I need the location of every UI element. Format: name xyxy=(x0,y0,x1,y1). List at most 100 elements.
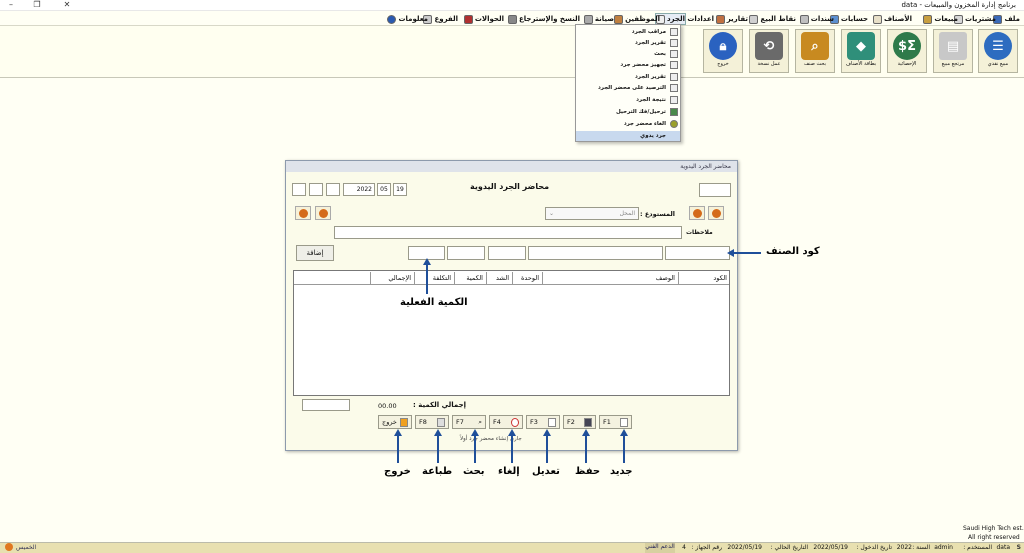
menu-accounts[interactable]: حسابات xyxy=(829,13,868,25)
pack-field[interactable] xyxy=(447,246,485,260)
item-code-field[interactable] xyxy=(665,246,730,260)
minimize-icon[interactable]: – xyxy=(2,0,20,9)
dropdown-item-cancel-report[interactable]: الغاء محضر جرد xyxy=(576,119,680,129)
status-day: الخميس xyxy=(16,544,37,551)
dropdown-item-post-unpost[interactable]: ترحيل/فك الترحيل xyxy=(576,107,680,117)
balance-icon xyxy=(670,84,678,92)
arrow-code-head xyxy=(727,249,734,257)
exit-button[interactable]: خروج xyxy=(378,415,412,429)
day-icon xyxy=(5,543,13,551)
annotation-edit: تعديل xyxy=(532,466,560,477)
warehouse-select[interactable]: المحل ⌄ xyxy=(545,207,639,220)
date-day-field[interactable]: 19 xyxy=(393,183,407,196)
restore-icon[interactable]: ❐ xyxy=(28,0,46,9)
vouchers-icon xyxy=(799,14,809,24)
unit-field[interactable] xyxy=(488,246,526,260)
exit-key-label: خروج xyxy=(382,418,397,426)
sales-return-button[interactable]: ▤ مرتجع مبيع xyxy=(933,29,973,73)
dropdown-item-count-result[interactable]: نتيجة الجرد xyxy=(576,95,680,105)
menu-pos[interactable]: نقاط البيع xyxy=(749,13,796,25)
cash-sale-button[interactable]: ☰ مبيع نقدي xyxy=(978,29,1018,73)
employees-icon xyxy=(614,14,624,24)
time-field-3[interactable] xyxy=(292,183,306,196)
col-description: الوصف xyxy=(542,272,678,284)
menu-info[interactable]: معلومات xyxy=(387,13,428,25)
new-button[interactable]: F1 xyxy=(599,415,632,429)
time-field-1[interactable] xyxy=(326,183,340,196)
date-year-field[interactable]: 2022 xyxy=(343,183,375,196)
search-button[interactable]: F7 ⌕ xyxy=(452,415,486,429)
arrow-edit-head xyxy=(543,429,551,436)
record-number-field[interactable] xyxy=(699,183,731,197)
menu-bar: ملف مشتريات مبيعات الأصناف حسابات سندات … xyxy=(0,12,1024,26)
annotation-actual-quantity: الكمية الفعلية xyxy=(400,297,468,308)
dropdown-item-inventory-report[interactable]: تقرير الجرد xyxy=(576,38,680,48)
date-month-field[interactable]: 05 xyxy=(377,183,391,196)
menu-backup[interactable]: النسخ والإسترجاع xyxy=(507,13,580,25)
next-record-button[interactable] xyxy=(708,206,724,220)
items-grid[interactable]: الكود الوصف الوحدة الشد الكمية التكلفة ا… xyxy=(293,270,730,396)
add-button[interactable]: إضافة xyxy=(296,245,334,261)
dropdown-item-prepare-report[interactable]: تجهيز محضر جرد xyxy=(576,60,680,70)
cash-sale-label: مبيع نقدي xyxy=(987,61,1009,67)
title-bar: – ❐ ✕ برنامج إدارة المخزون والمبيعات - d… xyxy=(0,0,1024,11)
next-button-left[interactable] xyxy=(315,206,331,220)
exit-toolbar-button[interactable]: 🔒︎ خروج xyxy=(703,29,743,73)
print-button[interactable]: F8 xyxy=(415,415,449,429)
statistics-button[interactable]: $Σ الإحصائية xyxy=(887,29,927,73)
search-item-button[interactable]: ⌕ بحث صنف xyxy=(795,29,835,73)
close-icon[interactable]: ✕ xyxy=(58,0,76,9)
maintenance-icon xyxy=(583,14,593,24)
exit-icon xyxy=(400,417,408,427)
cancel-button[interactable]: F4 xyxy=(489,415,523,429)
menu-sales[interactable]: مبيعات xyxy=(923,13,958,25)
edit-icon xyxy=(548,417,556,427)
transfers-icon xyxy=(463,14,473,24)
pos-icon xyxy=(749,14,759,24)
menu-vouchers[interactable]: سندات xyxy=(799,13,834,25)
print-icon xyxy=(437,417,445,427)
dropdown-item-inventory-monitor[interactable]: مراقب الجرد xyxy=(576,27,680,37)
backup-copy-icon: ⟲ xyxy=(755,32,783,60)
backup-button[interactable]: ⟲ عمل نسخة xyxy=(749,29,789,73)
item-description-field[interactable] xyxy=(528,246,663,260)
sales-icon xyxy=(923,14,933,24)
save-icon xyxy=(584,417,592,427)
col-quantity: الكمية xyxy=(454,272,486,284)
menu-file[interactable]: ملف xyxy=(993,13,1020,25)
warehouse-label: المستودع : xyxy=(640,210,676,218)
print-key-label: F8 xyxy=(419,418,427,426)
warehouse-value: المحل xyxy=(619,210,635,217)
backup-label: عمل نسخة xyxy=(757,61,781,67)
arrow-search-head xyxy=(471,429,479,436)
status-device-label: رقم الجهاز : xyxy=(691,544,722,551)
notes-field[interactable] xyxy=(334,226,682,239)
tech-support-button[interactable]: الدعم الفني xyxy=(645,543,675,553)
save-button[interactable]: F2 xyxy=(563,415,596,429)
status-current-date: 2022/05/19 xyxy=(727,544,762,551)
menu-items[interactable]: الأصناف xyxy=(873,13,912,25)
menu-reports[interactable]: تقارير xyxy=(715,13,748,25)
statistics-label: الإحصائية xyxy=(897,61,917,67)
col-pack: الشد xyxy=(486,272,512,284)
dropdown-item-balance-on-report[interactable]: الترصيد على محضر الجرد xyxy=(576,83,680,93)
dropdown-item-count-report[interactable]: تقرير الجرد xyxy=(576,72,680,82)
dropdown-item-search[interactable]: بحث xyxy=(576,49,680,59)
arrow-edit-shaft xyxy=(546,433,548,463)
edit-button[interactable]: F3 xyxy=(526,415,560,429)
time-field-2[interactable] xyxy=(309,183,323,196)
item-card-button[interactable]: ◆ بطاقة الأصناف xyxy=(841,29,881,73)
total-value-field[interactable] xyxy=(302,399,350,411)
status-bar: S data المستخدم : admin السنة : 2022 تار… xyxy=(0,542,1024,553)
arrow-qty-shaft xyxy=(426,262,428,294)
menu-branches[interactable]: الفروع xyxy=(423,13,458,25)
prev-button-left[interactable] xyxy=(295,206,311,220)
arrow-qty-head xyxy=(423,258,431,265)
dropdown-item-manual-count[interactable]: جرد يدوي xyxy=(576,131,680,141)
menu-purchases[interactable]: مشتريات xyxy=(954,13,996,25)
col-unit: الوحدة xyxy=(512,272,542,284)
items-icon xyxy=(873,14,882,24)
menu-transfers[interactable]: الحوالات xyxy=(463,13,504,25)
prev-record-button[interactable] xyxy=(689,206,705,220)
status-login-date: 2022/05/19 xyxy=(813,544,848,551)
